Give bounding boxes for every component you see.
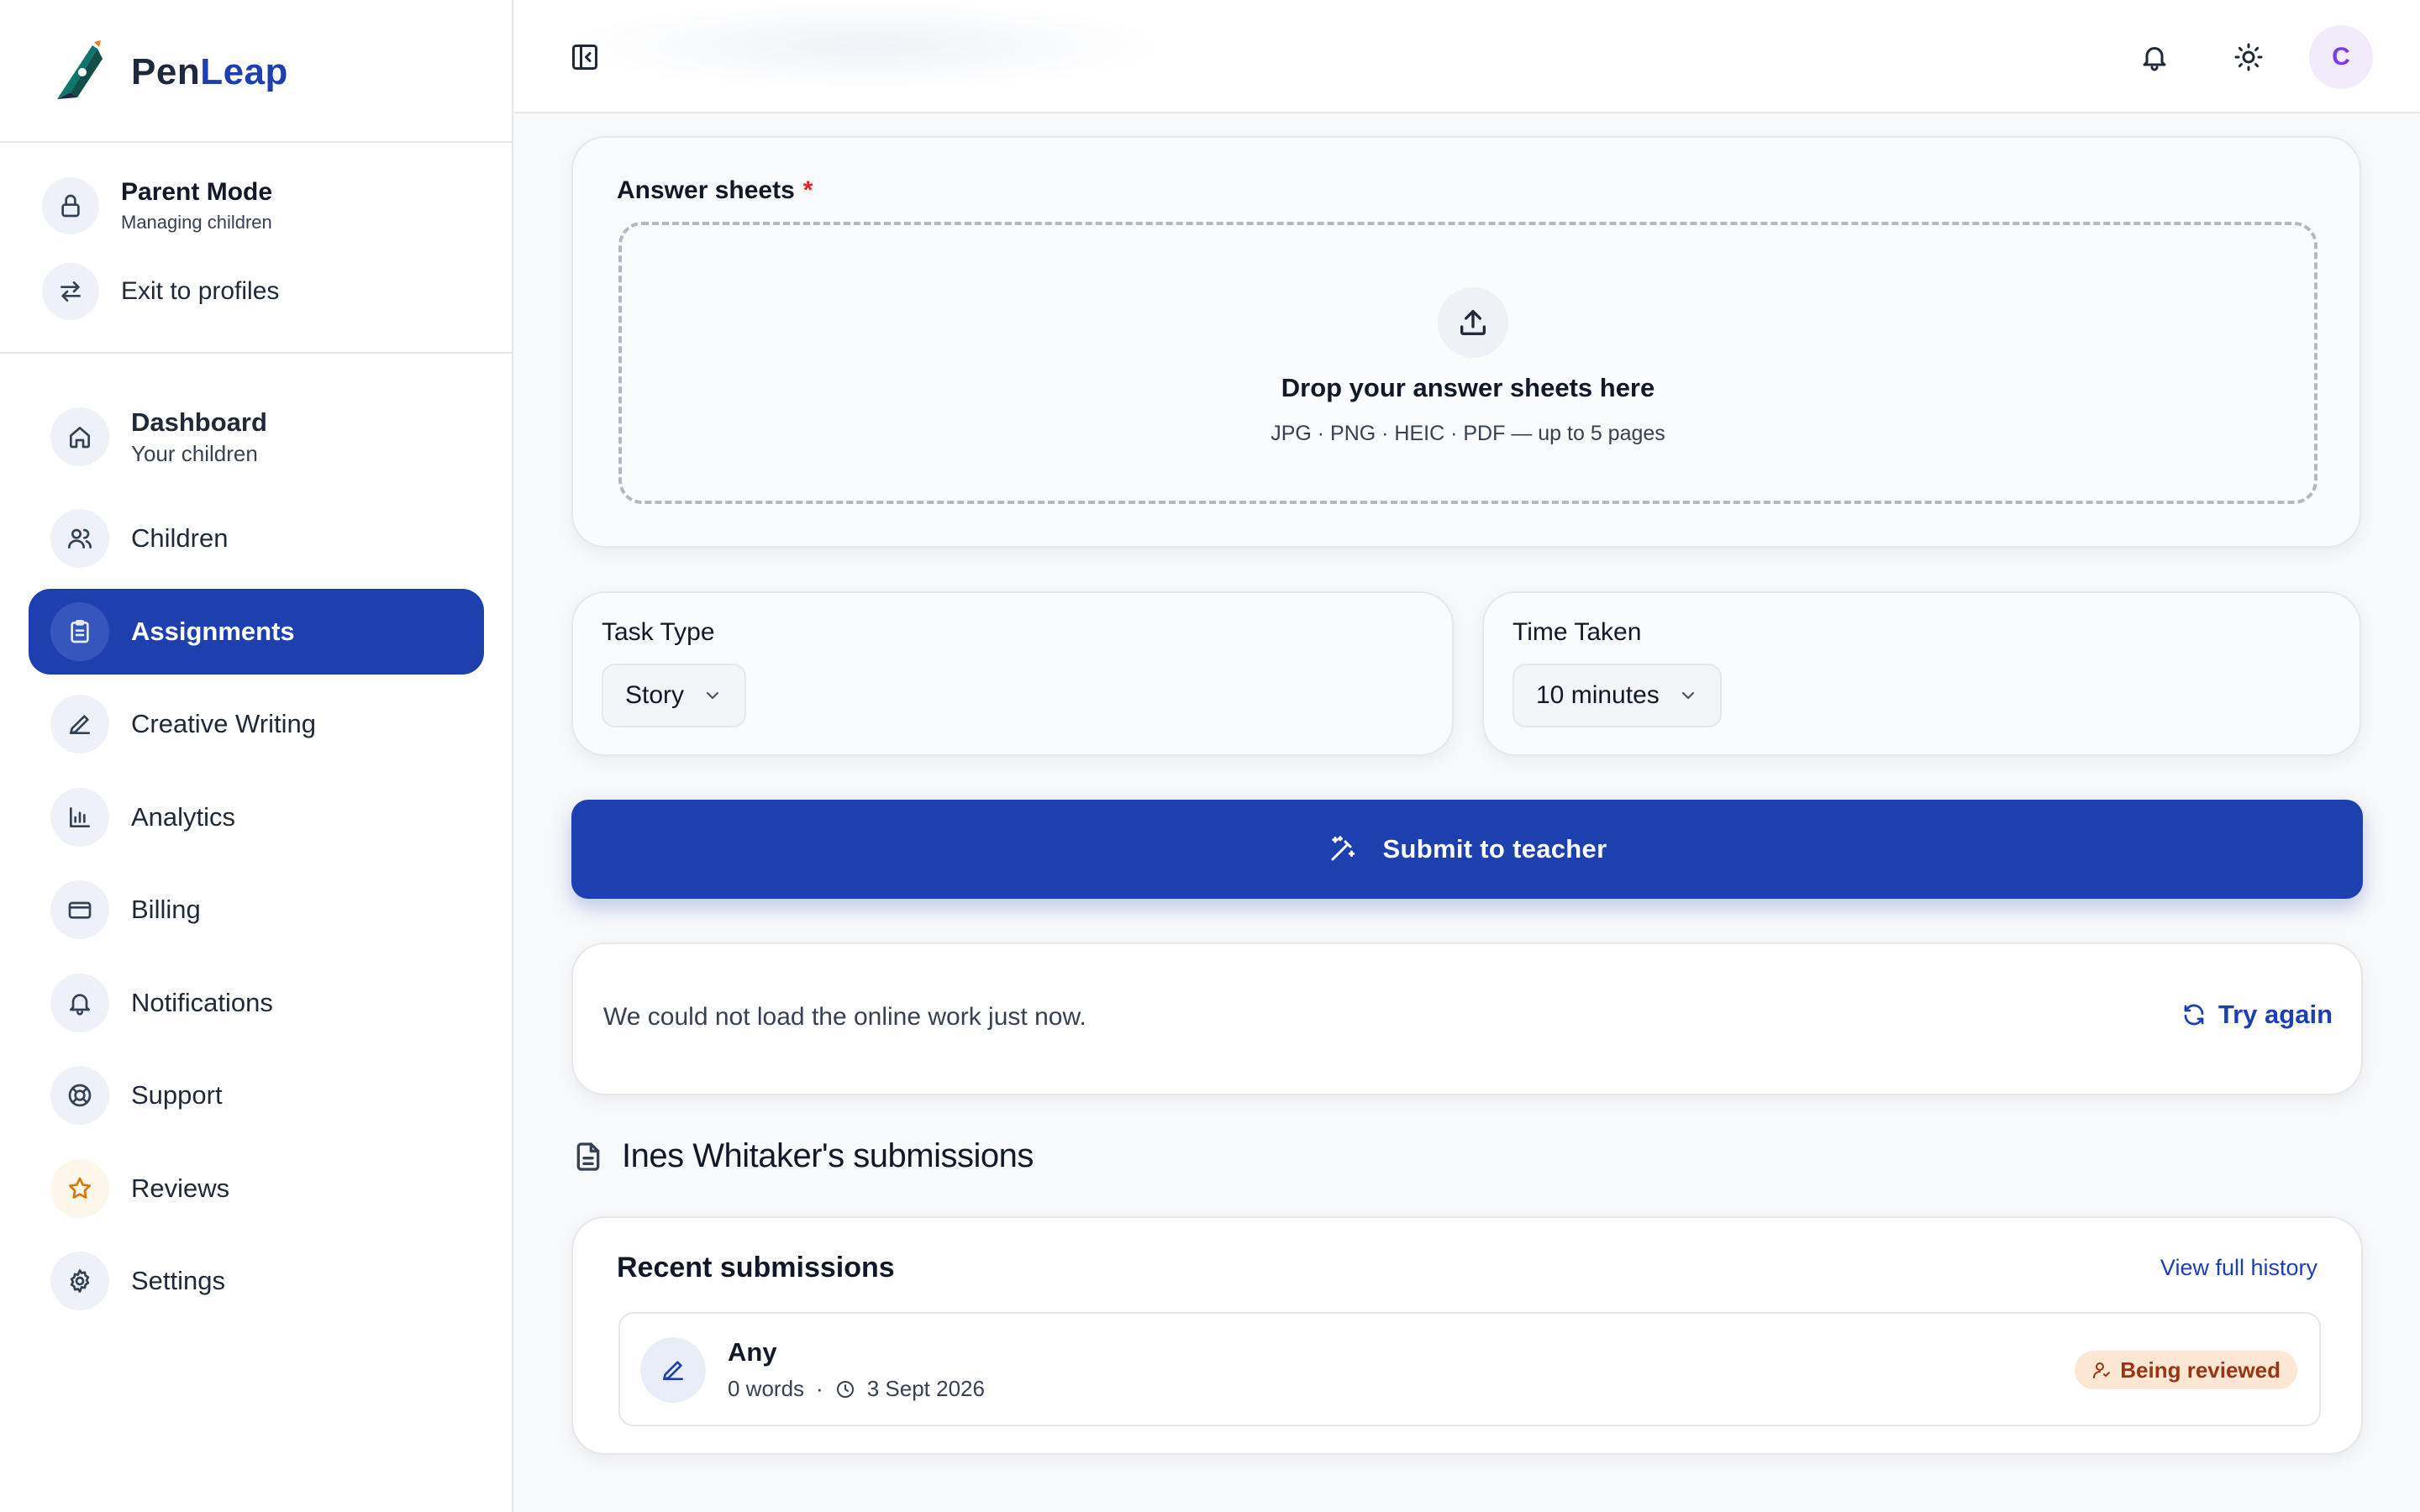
time-taken-select[interactable]: 10 minutes — [1512, 664, 1722, 727]
time-taken-value: 10 minutes — [1536, 681, 1660, 709]
required-marker: * — [802, 176, 813, 204]
bar-chart-icon — [50, 787, 109, 847]
theme-toggle-button[interactable] — [2225, 34, 2272, 81]
sidebar-item-label: Reviews — [131, 1173, 230, 1203]
brand-name: PenLeap — [131, 51, 288, 93]
sidebar: PenLeap Parent Mode Managing children Ex… — [0, 0, 513, 1512]
task-type-card: Task Type Story — [571, 591, 1454, 756]
submission-date: 3 Sept 2026 — [866, 1376, 985, 1401]
sidebar-divider — [0, 141, 513, 143]
document-icon — [576, 1142, 600, 1171]
home-icon — [50, 407, 109, 466]
sidebar-item-label: Settings — [131, 1266, 226, 1295]
brand-suffix: Leap — [200, 51, 288, 92]
status-badge: Being reviewed — [2075, 1351, 2297, 1389]
swap-icon — [42, 263, 99, 320]
status-badge-label: Being reviewed — [2120, 1357, 2281, 1383]
try-again-button[interactable]: Try again — [2181, 1000, 2333, 1030]
meta-separator: · — [816, 1376, 823, 1401]
gear-icon — [50, 1252, 109, 1310]
view-full-history-link[interactable]: View full history — [2160, 1255, 2317, 1281]
answer-sheets-card: Answer sheets * Drop your answer sheets h… — [571, 136, 2361, 548]
sidebar-item-label: Support — [131, 1080, 223, 1110]
load-error-card: We could not load the online work just n… — [571, 942, 2363, 1095]
parent-mode-title: Parent Mode — [121, 178, 273, 206]
answer-sheets-dropzone[interactable]: Drop your answer sheets here JPG · PNG ·… — [618, 222, 2317, 504]
sidebar-item-creative-writing[interactable]: Creative Writing — [29, 681, 484, 767]
user-review-icon — [2093, 1362, 2111, 1378]
sidebar-item-assignments[interactable]: Assignments — [29, 588, 484, 675]
submissions-heading-text: Ines Whitaker's submissions — [622, 1137, 1034, 1174]
submission-row[interactable]: Any 0 words · 3 Sept 2026 Being reviewed — [618, 1312, 2321, 1426]
upload-icon — [1438, 287, 1508, 358]
sidebar-item-children[interactable]: Children — [29, 496, 484, 581]
panel-left-icon — [572, 45, 597, 70]
sun-icon — [2234, 43, 2263, 71]
submissions-heading: Ines Whitaker's submissions — [571, 1137, 1034, 1175]
submit-to-teacher-button[interactable]: Submit to teacher — [571, 800, 2363, 899]
sidebar-item-label: Dashboard — [131, 407, 267, 437]
lifebuoy-icon — [50, 1066, 109, 1125]
try-again-label: Try again — [2217, 1000, 2333, 1029]
sidebar-item-label: Creative Writing — [131, 709, 316, 738]
credit-card-icon — [50, 880, 109, 939]
answer-sheets-label: Answer sheets * — [617, 176, 813, 205]
sidebar-item-support[interactable]: Support — [29, 1053, 484, 1138]
avatar[interactable]: C — [2309, 25, 2373, 89]
pen-icon — [640, 1337, 706, 1403]
sidebar-item-subtitle: Your children — [131, 440, 258, 466]
bell-icon — [50, 973, 109, 1032]
recent-submissions-card: Recent submissions View full history Any… — [571, 1216, 2363, 1455]
clock-icon — [836, 1380, 854, 1398]
sidebar-item-label: Children — [131, 523, 229, 553]
sidebar-item-dashboard[interactable]: Dashboard Your children — [29, 386, 484, 487]
time-taken-card: Time Taken 10 minutes — [1482, 591, 2361, 756]
bell-icon — [2143, 47, 2166, 71]
task-type-label: Task Type — [602, 618, 715, 646]
submission-meta: 0 words · 3 Sept 2026 — [728, 1376, 985, 1402]
task-type-value: Story — [625, 681, 685, 709]
sidebar-item-label: Analytics — [131, 801, 236, 832]
topbar-search-glow — [565, 0, 1170, 91]
dropzone-hint: JPG · PNG · HEIC · PDF — up to 5 pages — [1270, 422, 1665, 445]
pen-icon — [50, 695, 109, 753]
sidebar-item-label: Notifications — [131, 987, 273, 1017]
sidebar-item-notifications[interactable]: Notifications — [29, 960, 484, 1046]
time-taken-label: Time Taken — [1512, 618, 1642, 646]
sidebar-divider — [0, 352, 513, 354]
task-type-select[interactable]: Story — [602, 664, 747, 727]
notifications-button[interactable] — [2131, 34, 2178, 81]
sidebar-item-label: Assignments — [131, 616, 295, 646]
submission-word-count: 0 words — [728, 1376, 805, 1401]
sidebar-item-analytics[interactable]: Analytics — [29, 774, 484, 860]
refresh-icon — [2184, 1004, 2204, 1026]
sidebar-toggle-button[interactable] — [565, 37, 605, 77]
chevron-down-icon — [706, 691, 719, 700]
sidebar-item-billing[interactable]: Billing — [29, 867, 484, 953]
exit-to-profiles-link[interactable]: Exit to profiles — [42, 263, 279, 320]
exit-to-profiles-label: Exit to profiles — [121, 277, 280, 305]
lock-icon — [42, 177, 99, 234]
submit-label: Submit to teacher — [1382, 834, 1607, 864]
recent-submissions-title: Recent submissions — [617, 1252, 895, 1284]
chevron-down-icon — [1681, 691, 1694, 700]
users-icon — [50, 509, 109, 568]
sidebar-nav: Dashboard Your children Children Assignm… — [29, 386, 484, 1331]
sidebar-item-label: Billing — [131, 895, 201, 924]
parent-mode: Parent Mode Managing children — [42, 177, 272, 234]
clipboard-icon — [50, 601, 109, 661]
dropzone-title: Drop your answer sheets here — [1281, 373, 1655, 402]
load-error-message: We could not load the online work just n… — [603, 1003, 1086, 1031]
brand-prefix: Pen — [131, 51, 201, 92]
sidebar-item-reviews[interactable]: Reviews — [29, 1146, 484, 1231]
answer-sheets-label-text: Answer sheets — [617, 176, 795, 204]
sidebar-item-settings[interactable]: Settings — [29, 1238, 484, 1324]
brand[interactable]: PenLeap — [49, 39, 288, 106]
parent-mode-subtitle: Managing children — [121, 212, 272, 233]
star-icon — [50, 1158, 109, 1218]
submission-title: Any — [728, 1337, 777, 1367]
magic-wand-icon — [1331, 836, 1355, 861]
logo-icon — [57, 40, 103, 99]
top-bar: C — [514, 0, 2420, 113]
